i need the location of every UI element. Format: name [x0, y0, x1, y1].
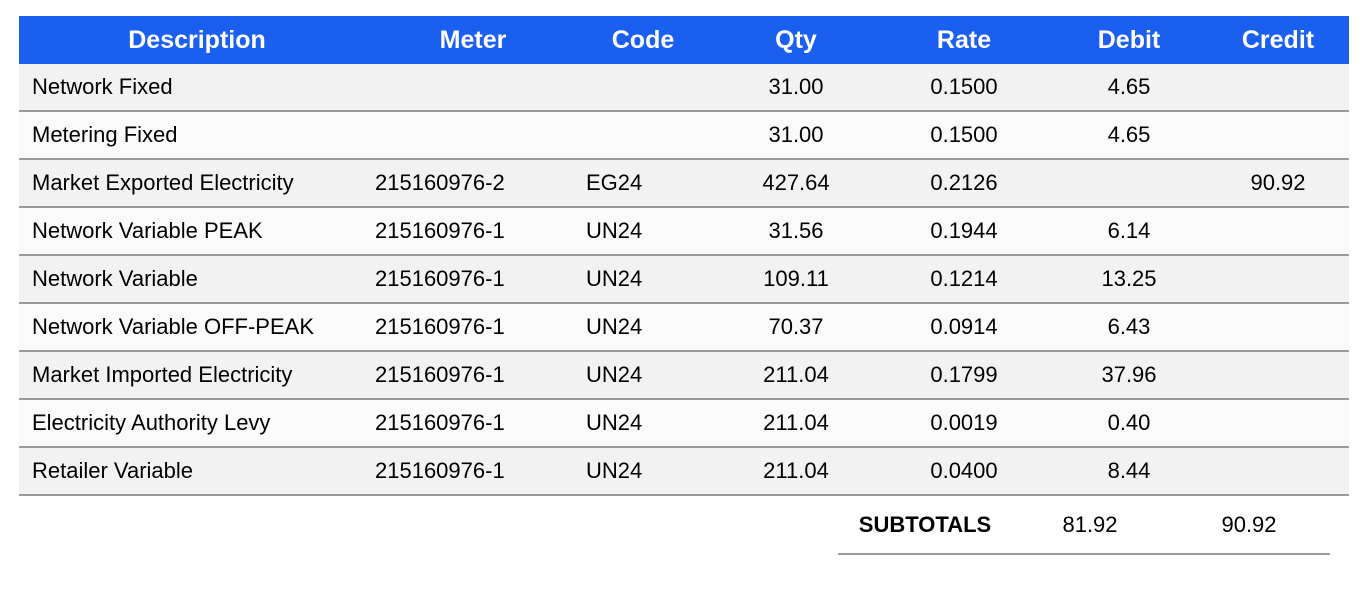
table-row: Network Fixed 31.00 0.1500 4.65: [19, 64, 1349, 112]
cell-rate: 0.2126: [877, 159, 1051, 208]
cell-description: Network Variable PEAK: [19, 207, 375, 256]
cell-description: Market Imported Electricity: [19, 351, 375, 400]
cell-code: [571, 111, 715, 160]
cell-rate: 0.1799: [877, 351, 1051, 400]
table-header: Description Meter Code Qty Rate Debit Cr…: [19, 16, 1349, 64]
table-row: Network Variable OFF-PEAK 215160976-1 UN24…: [19, 303, 1349, 352]
cell-description: Network Fixed: [19, 64, 375, 112]
header-qty: Qty: [715, 16, 877, 64]
cell-qty: 427.64: [715, 159, 877, 208]
cell-meter: 215160976-1: [375, 351, 571, 400]
cell-debit: 4.65: [1051, 64, 1207, 112]
cell-rate: 0.1500: [877, 111, 1051, 160]
cell-debit: 13.25: [1051, 255, 1207, 304]
cell-meter: 215160976-1: [375, 207, 571, 256]
cell-meter: 215160976-2: [375, 159, 571, 208]
cell-credit: [1207, 303, 1349, 352]
table-row: Market Imported Electricity 215160976-1 UN…: [19, 351, 1349, 400]
cell-credit: [1207, 64, 1349, 112]
cell-rate: 0.1500: [877, 64, 1051, 112]
cell-credit: [1207, 351, 1349, 400]
cell-code: UN24: [571, 351, 715, 400]
cell-qty: 211.04: [715, 399, 877, 448]
cell-credit: [1207, 255, 1349, 304]
cell-meter: 215160976-1: [375, 303, 571, 352]
cell-qty: 109.11: [715, 255, 877, 304]
cell-qty: 31.00: [715, 64, 877, 112]
cell-credit: 90.92: [1207, 159, 1349, 208]
cell-debit: 4.65: [1051, 111, 1207, 160]
charges-section: Description Meter Code Qty Rate Debit Cr…: [19, 16, 1349, 496]
cell-debit: 6.14: [1051, 207, 1207, 256]
cell-meter: 215160976-1: [375, 447, 571, 496]
cell-code: EG24: [571, 159, 715, 208]
table-row: Retailer Variable 215160976-1 UN24 211.04 0.…: [19, 447, 1349, 496]
header-meter: Meter: [375, 16, 571, 64]
cell-rate: 0.1214: [877, 255, 1051, 304]
cell-credit: [1207, 207, 1349, 256]
cell-debit: [1051, 159, 1207, 208]
header-debit: Debit: [1051, 16, 1207, 64]
cell-qty: 211.04: [715, 351, 877, 400]
cell-code: UN24: [571, 207, 715, 256]
cell-meter: 215160976-1: [375, 255, 571, 304]
subtotals-debit: 81.92: [1062, 512, 1118, 537]
cell-qty: 31.56: [715, 207, 877, 256]
cell-code: UN24: [571, 399, 715, 448]
cell-credit: [1207, 111, 1349, 160]
cell-debit: 6.43: [1051, 303, 1207, 352]
cell-description: Metering Fixed: [19, 111, 375, 160]
cell-debit: 8.44: [1051, 447, 1207, 496]
subtotals-row: SUBTOTALS 81.92 90.92: [838, 497, 1330, 555]
table-row: Network Variable PEAK 215160976-1 UN24 31.5…: [19, 207, 1349, 256]
header-rate: Rate: [877, 16, 1051, 64]
subtotals-label: SUBTOTALS: [858, 512, 992, 537]
cell-description: Network Variable: [19, 255, 375, 304]
cell-code: UN24: [571, 255, 715, 304]
cell-description: Retailer Variable: [19, 447, 375, 496]
cell-rate: 0.0914: [877, 303, 1051, 352]
table-row: Metering Fixed 31.00 0.1500 4.65: [19, 111, 1349, 160]
cell-credit: [1207, 447, 1349, 496]
cell-qty: 31.00: [715, 111, 877, 160]
cell-code: UN24: [571, 447, 715, 496]
header-description: Description: [19, 16, 375, 64]
table-row: Market Exported Electricity 215160976-2 EG…: [19, 159, 1349, 208]
header-code: Code: [571, 16, 715, 64]
header-row: Description Meter Code Qty Rate Debit Cr…: [19, 16, 1349, 64]
table-body: Network Fixed 31.00 0.1500 4.65 Metering Fix…: [19, 64, 1349, 496]
cell-description: Electricity Authority Levy: [19, 399, 375, 448]
cell-description: Market Exported Electricity: [19, 159, 375, 208]
cell-code: UN24: [571, 303, 715, 352]
cell-meter: [375, 64, 571, 112]
subtotals-credit: 90.92: [1221, 512, 1277, 537]
cell-meter: [375, 111, 571, 160]
cell-code: [571, 64, 715, 112]
cell-credit: [1207, 399, 1349, 448]
cell-debit: 0.40: [1051, 399, 1207, 448]
cell-qty: 70.37: [715, 303, 877, 352]
cell-meter: 215160976-1: [375, 399, 571, 448]
cell-rate: 0.1944: [877, 207, 1051, 256]
header-credit: Credit: [1207, 16, 1349, 64]
charges-table: Description Meter Code Qty Rate Debit Cr…: [19, 16, 1349, 496]
table-row: Network Variable 215160976-1 UN24 109.11 0.1…: [19, 255, 1349, 304]
cell-qty: 211.04: [715, 447, 877, 496]
cell-debit: 37.96: [1051, 351, 1207, 400]
table-row: Electricity Authority Levy 215160976-1 UN2…: [19, 399, 1349, 448]
cell-description: Network Variable OFF-PEAK: [19, 303, 375, 352]
cell-rate: 0.0400: [877, 447, 1051, 496]
cell-rate: 0.0019: [877, 399, 1051, 448]
